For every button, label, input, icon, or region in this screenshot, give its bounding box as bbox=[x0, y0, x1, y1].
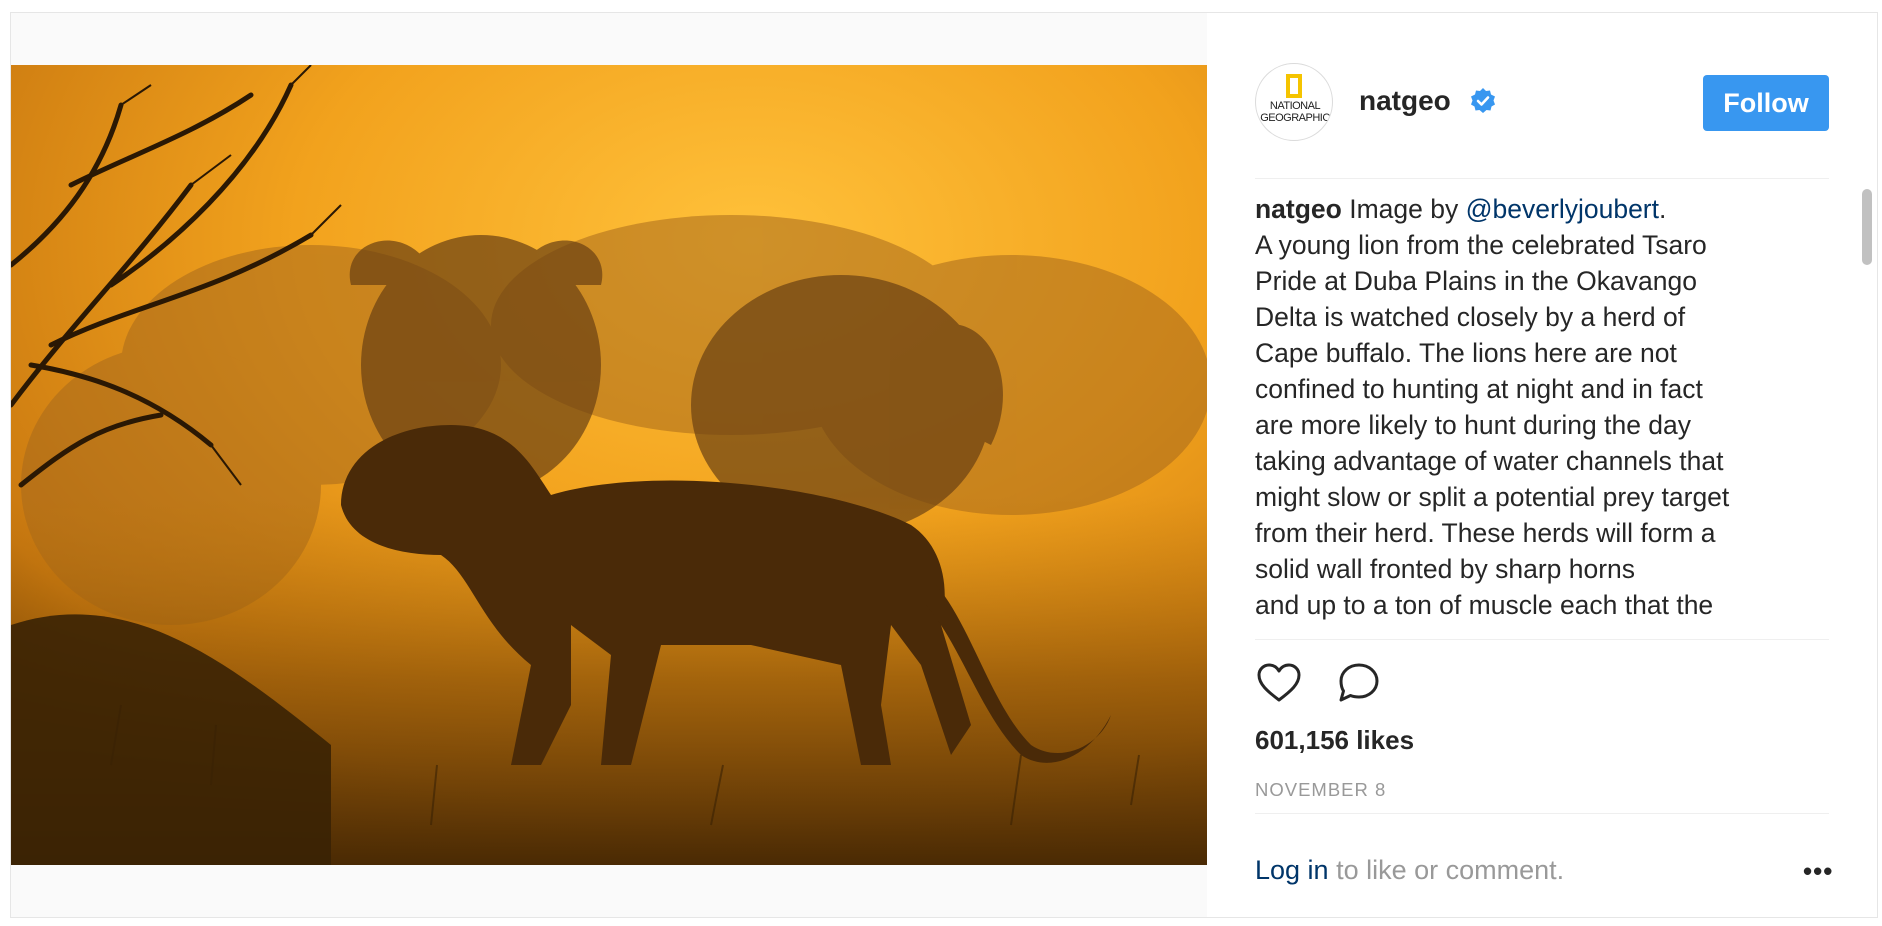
natgeo-logo-icon bbox=[1286, 74, 1302, 98]
caption-line: A young lion from the celebrated Tsaro bbox=[1255, 230, 1707, 260]
username[interactable]: natgeo bbox=[1359, 85, 1451, 117]
avatar[interactable]: NATIONAL GEOGRAPHIC bbox=[1255, 63, 1333, 141]
caption-period: . bbox=[1659, 194, 1667, 224]
likes-count[interactable]: 601,156 likes bbox=[1255, 725, 1414, 756]
caption-line: taking advantage of water channels that bbox=[1255, 446, 1724, 476]
more-options-button[interactable]: ••• bbox=[1803, 858, 1833, 884]
caption-line: confined to hunting at night and in fact bbox=[1255, 374, 1703, 404]
caption-scrollbar[interactable] bbox=[1859, 181, 1875, 641]
scrollbar-thumb[interactable] bbox=[1862, 189, 1872, 265]
caption-line: and up to a ton of muscle each that the bbox=[1255, 590, 1714, 620]
post-media bbox=[11, 13, 1207, 917]
caption-first-line: natgeo Image by @beverlyjoubert. bbox=[1255, 191, 1811, 227]
verified-badge-icon bbox=[1471, 88, 1495, 113]
follow-button[interactable]: Follow bbox=[1703, 75, 1829, 131]
caption-username[interactable]: natgeo bbox=[1255, 194, 1342, 224]
post-sidebar: NATIONAL GEOGRAPHIC natgeo Follow natgeo… bbox=[1207, 13, 1877, 917]
login-prompt: Log in to like or comment. bbox=[1255, 855, 1564, 886]
post-card: NATIONAL GEOGRAPHIC natgeo Follow natgeo… bbox=[10, 12, 1878, 918]
post-header: NATIONAL GEOGRAPHIC natgeo Follow bbox=[1255, 51, 1829, 179]
caption-line: Delta is watched closely by a herd of bbox=[1255, 302, 1686, 332]
comment-icon[interactable] bbox=[1335, 659, 1383, 707]
avatar-logo-text: NATIONAL GEOGRAPHIC bbox=[1260, 100, 1330, 124]
lion-buffalo-photo bbox=[11, 65, 1207, 865]
caption-lead: Image by bbox=[1349, 194, 1459, 224]
login-prompt-text: to like or comment. bbox=[1328, 855, 1565, 885]
divider bbox=[1255, 813, 1829, 814]
caption-line: might slow or split a potential prey tar… bbox=[1255, 482, 1730, 512]
caption-line: solid wall fronted by sharp horns bbox=[1255, 554, 1636, 584]
post-photo[interactable] bbox=[11, 65, 1207, 865]
divider bbox=[1255, 639, 1829, 640]
caption-line: are more likely to hunt during the day bbox=[1255, 410, 1692, 440]
caption-line: Cape buffalo. The lions here are not bbox=[1255, 338, 1677, 368]
caption-mention-link[interactable]: @beverlyjoubert bbox=[1466, 194, 1659, 224]
login-link[interactable]: Log in bbox=[1255, 855, 1329, 885]
post-caption: natgeo Image by @beverlyjoubert. A young… bbox=[1255, 191, 1811, 639]
heart-icon[interactable] bbox=[1255, 659, 1303, 707]
caption-line: Pride at Duba Plains in the Okavango bbox=[1255, 266, 1697, 296]
caption-line: from their herd. These herds will form a bbox=[1255, 518, 1716, 548]
post-date: NOVEMBER 8 bbox=[1255, 779, 1387, 800]
